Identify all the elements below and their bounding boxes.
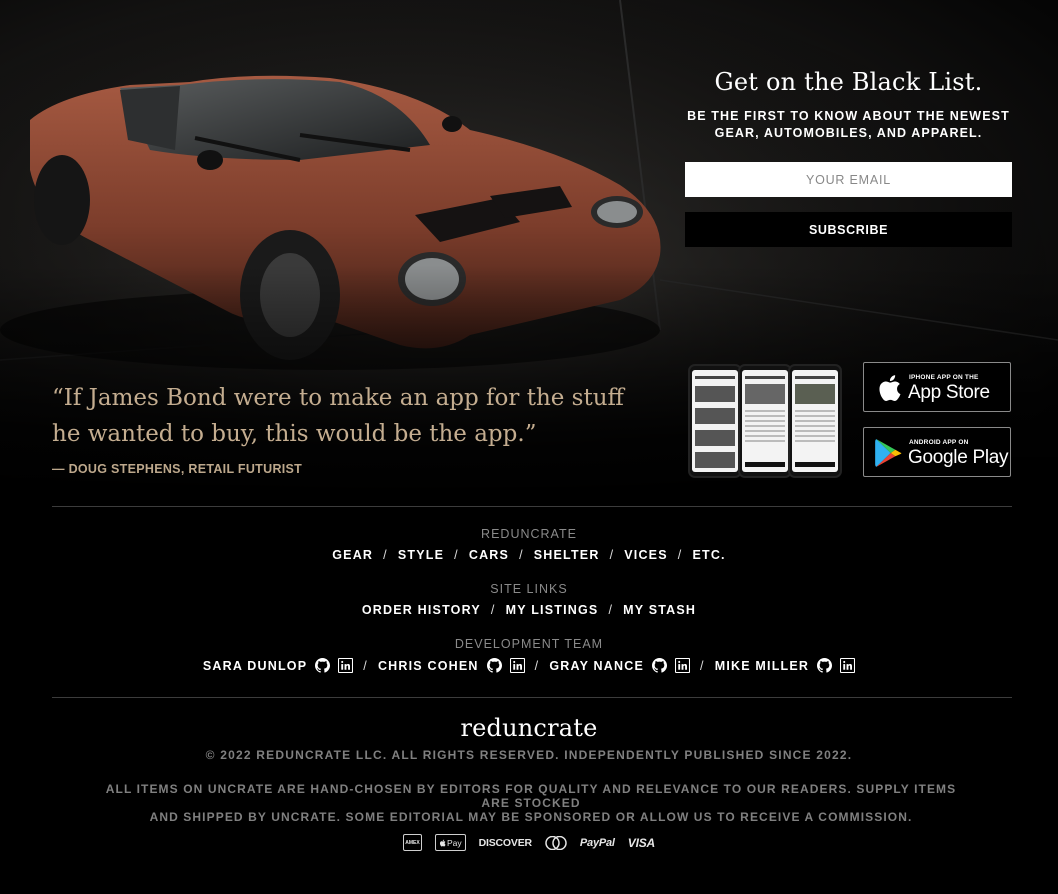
phone-mockup <box>688 364 742 478</box>
site-links-nav: ORDER HISTORY / MY LISTINGS / MY STASH <box>0 603 1058 617</box>
github-icon[interactable] <box>486 658 502 673</box>
testimonial-author: — DOUG STEPHENS, RETAIL FUTURIST <box>52 462 303 476</box>
nav-link-etc[interactable]: ETC. <box>692 548 725 562</box>
visa-icon: VISA <box>627 835 655 850</box>
nav-link-cars[interactable]: CARS <box>469 548 509 562</box>
app-screenshots <box>688 364 842 480</box>
github-icon[interactable] <box>315 658 331 673</box>
discover-icon: DISCOVER <box>478 836 532 849</box>
phone-mockup <box>788 364 842 478</box>
mastercard-icon <box>545 835 567 850</box>
nav-link-vices[interactable]: VICES <box>624 548 668 562</box>
dev-name: GRAY NANCE <box>549 658 645 673</box>
paypal-icon: PayPal <box>579 836 615 849</box>
testimonial-text-line-2: he wanted to buy, this would be the app.… <box>52 421 537 447</box>
linkedin-icon[interactable] <box>338 658 354 673</box>
testimonial-text: “If James Bond were to make an app for t… <box>52 380 652 452</box>
github-icon[interactable] <box>817 658 833 673</box>
github-icon[interactable] <box>652 658 668 673</box>
dev-member: GRAY NANCE <box>549 658 691 673</box>
testimonial-text-line-1: “If James Bond were to make an app for t… <box>52 385 624 411</box>
google-play-icon <box>875 439 902 467</box>
apple-icon <box>439 839 446 846</box>
app-store-badge[interactable]: IPHONE APP ON THE App Store <box>863 362 1011 412</box>
linkedin-icon[interactable] <box>840 658 856 673</box>
footer-categories: REDUNCRATE GEAR / STYLE / CARS / SHELTER / VICES… <box>0 527 1058 562</box>
google-play-big-text: Google Play <box>908 447 1009 468</box>
disclaimer-text: ALL ITEMS ON UNCRATE ARE HAND-CHOSEN BY … <box>90 782 972 824</box>
nav-link-style[interactable]: STYLE <box>398 548 444 562</box>
categories-nav: GEAR / STYLE / CARS / SHELTER / VICES / ETC. <box>0 548 1058 562</box>
linkedin-icon[interactable] <box>509 658 525 673</box>
signup-title: Get on the Black List. <box>714 68 983 96</box>
disclaimer-line-2: AND SHIPPED BY UNCRATE. SOME EDITORIAL M… <box>149 810 913 824</box>
google-play-badge[interactable]: ANDROID APP ON Google Play <box>863 427 1011 477</box>
dev-team-list: SARA DUNLOP / CHRIS COHEN / GRAY NANCE /… <box>0 658 1058 673</box>
dev-team-label: DEVELOPMENT TEAM <box>454 637 604 651</box>
apple-pay-icon: Pay <box>434 834 466 851</box>
dev-member: CHRIS COHEN <box>378 658 525 673</box>
phone-mockup <box>738 364 792 478</box>
newsletter-signup: Get on the Black List. BE THE FIRST TO K… <box>685 68 1012 247</box>
separator: / <box>363 658 368 673</box>
my-listings-link[interactable]: MY LISTINGS <box>506 603 599 617</box>
separator: / <box>490 603 496 617</box>
separator: / <box>609 548 615 562</box>
dev-member: SARA DUNLOP <box>202 658 354 673</box>
nav-link-shelter[interactable]: SHELTER <box>534 548 600 562</box>
email-input[interactable] <box>685 162 1012 197</box>
separator: / <box>454 548 459 562</box>
categories-label: REDUNCRATE <box>481 527 577 541</box>
separator: / <box>700 658 705 673</box>
google-play-small-text: ANDROID APP ON <box>909 439 969 446</box>
subscribe-button[interactable]: SUBSCRIBE <box>685 212 1012 247</box>
dev-name: MIKE MILLER <box>714 658 810 673</box>
signup-subtitle-line-1: BE THE FIRST TO KNOW ABOUT THE NEWEST <box>687 109 1010 123</box>
brand-logo[interactable]: reduncrate <box>0 714 1058 742</box>
dev-name: CHRIS COHEN <box>377 658 479 673</box>
app-store-big-text: App Store <box>908 382 990 403</box>
signup-subtitle: BE THE FIRST TO KNOW ABOUT THE NEWEST GE… <box>685 108 1012 142</box>
separator: / <box>534 658 540 673</box>
footer-site-links: SITE LINKS ORDER HISTORY / MY LISTINGS / MY … <box>0 582 1058 617</box>
apple-pay-label: Pay <box>446 837 462 848</box>
separator: / <box>677 548 683 562</box>
nav-link-gear[interactable]: GEAR <box>332 548 373 562</box>
dev-name: SARA DUNLOP <box>202 658 308 673</box>
site-links-label: SITE LINKS <box>490 582 568 596</box>
footer-dev-team: DEVELOPMENT TEAM SARA DUNLOP / CHRIS COH… <box>0 637 1058 673</box>
linkedin-icon[interactable] <box>675 658 691 673</box>
amex-icon: AMEX <box>402 834 422 851</box>
separator: / <box>383 548 388 562</box>
separator: / <box>519 548 524 562</box>
apple-icon <box>879 375 901 401</box>
dev-member: MIKE MILLER <box>714 658 856 673</box>
my-stash-link[interactable]: MY STASH <box>623 603 696 617</box>
divider <box>52 697 1012 698</box>
app-store-small-text: IPHONE APP ON THE <box>909 374 979 381</box>
signup-subtitle-line-2: GEAR, AUTOMOBILES, AND APPAREL. <box>714 126 983 140</box>
disclaimer-line-1: ALL ITEMS ON UNCRATE ARE HAND-CHOSEN BY … <box>105 782 957 810</box>
order-history-link[interactable]: ORDER HISTORY <box>362 603 481 617</box>
divider <box>52 506 1012 507</box>
copyright-text: © 2022 REDUNCRATE LLC. ALL RIGHTS RESERV… <box>205 748 853 762</box>
separator: / <box>608 603 614 617</box>
testimonial: “If James Bond were to make an app for t… <box>52 380 652 476</box>
payment-methods: AMEX Pay DISCOVER PayPal VISA <box>0 834 1058 851</box>
